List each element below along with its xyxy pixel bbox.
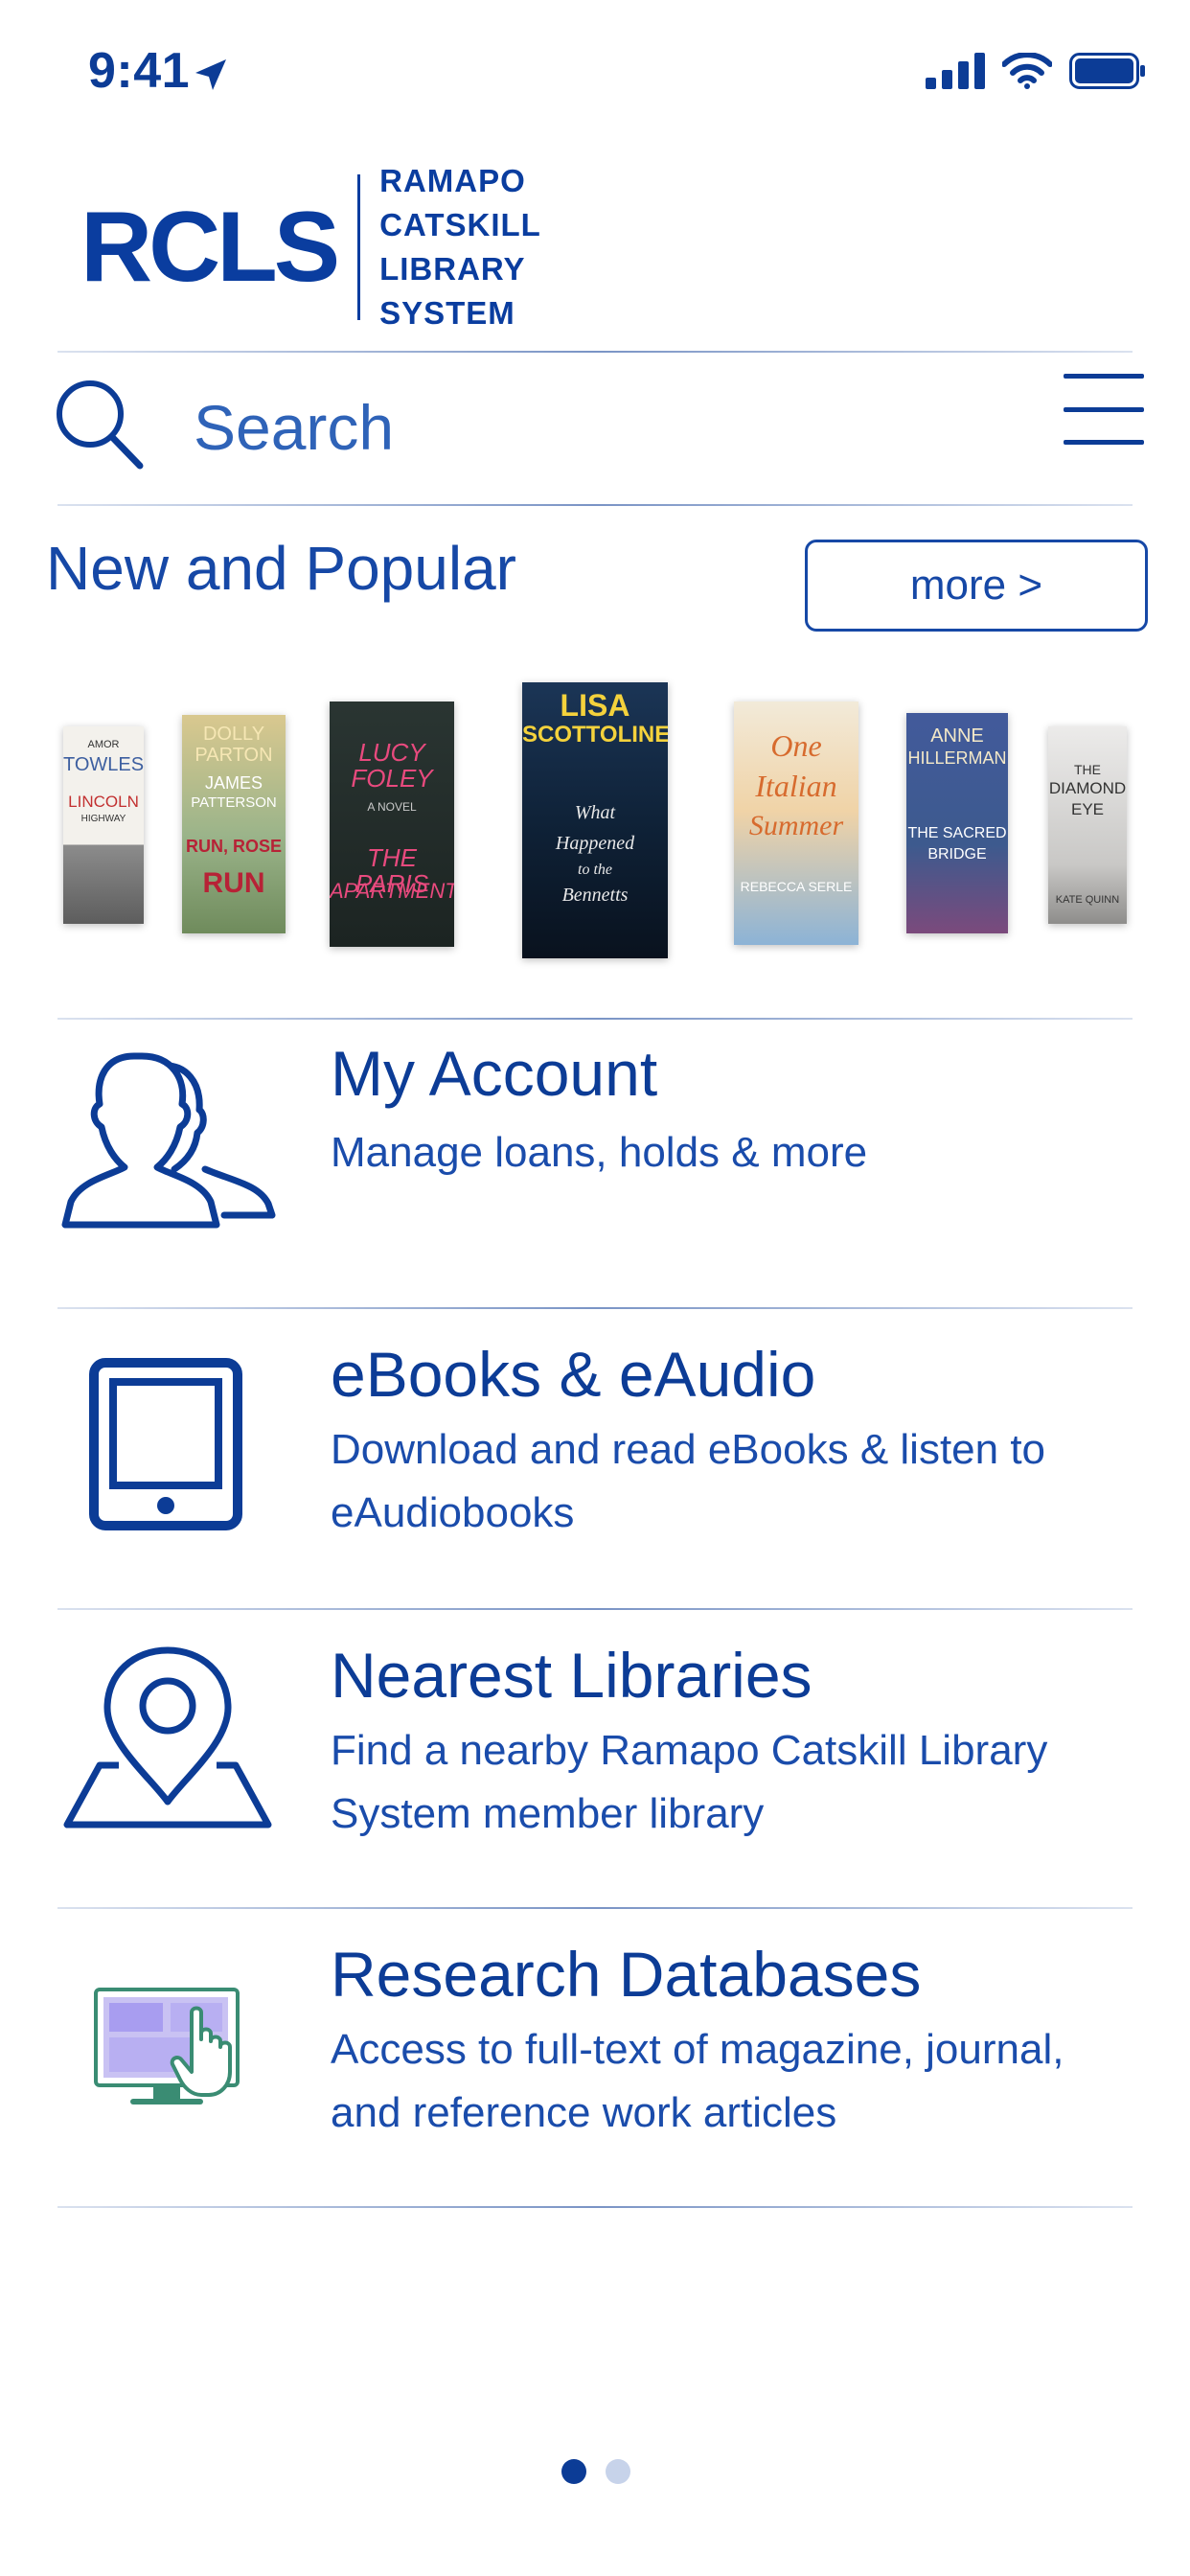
divider xyxy=(57,1307,1133,1309)
book-cover-text: RUN xyxy=(202,867,265,899)
book-cover[interactable]: DOLLY PARTON JAMES PATTERSON RUN, ROSE R… xyxy=(182,715,286,933)
menu-item-title: Nearest Libraries xyxy=(331,1640,812,1711)
book-cover[interactable]: One Italian Summer REBECCA SERLE xyxy=(734,702,858,945)
book-cover-text: DOLLY xyxy=(202,724,265,745)
section-title: New and Popular xyxy=(46,534,516,603)
logo-line: RAMAPO xyxy=(379,163,526,198)
book-cover-text: DIAMOND xyxy=(1048,779,1127,797)
cellular-signal-icon xyxy=(926,53,985,89)
book-cover-text: REBECCA SERLE xyxy=(740,879,853,894)
map-pin-icon xyxy=(63,1646,272,1828)
book-cover-text: EYE xyxy=(1070,800,1105,818)
book-cover-text: LUCY FOLEY xyxy=(351,738,433,794)
book-cover-text: HIGHWAY xyxy=(80,814,126,824)
book-cover-text: APARTMENT xyxy=(330,879,454,903)
book-cover-text: RUN, ROSE xyxy=(185,837,282,856)
book-cover-text: LISA xyxy=(560,688,630,723)
book-cover-text: KATE QUINN xyxy=(1055,894,1120,906)
more-button[interactable]: more > xyxy=(805,540,1148,632)
page-dot-active[interactable] xyxy=(561,2459,586,2484)
book-cover-text: AMOR xyxy=(87,739,120,750)
book-cover-text: TOWLES xyxy=(63,754,144,775)
divider xyxy=(57,504,1133,506)
location-arrow-icon xyxy=(195,59,226,90)
book-cover[interactable]: AMOR TOWLES LINCOLN HIGHWAY xyxy=(63,726,144,924)
logo-mark: RCLS xyxy=(80,192,340,303)
book-cover-text: THE SACRED xyxy=(907,825,1007,841)
rcls-logo: RCLS RAMAPO CATSKILL LIBRARY SYSTEM xyxy=(80,163,541,331)
book-cover-text: THE xyxy=(1074,762,1101,777)
logo-line: SYSTEM xyxy=(379,295,515,331)
book-cover[interactable]: LUCY FOLEY A NOVEL THE PARIS APARTMENT xyxy=(330,702,454,947)
page-dot[interactable] xyxy=(606,2459,630,2484)
logo-line: CATSKILL xyxy=(379,207,541,242)
users-icon xyxy=(61,1052,276,1229)
divider xyxy=(57,2206,1133,2208)
tablet-icon xyxy=(89,1358,242,1530)
book-cover-text: HILLERMAN xyxy=(907,748,1007,768)
status-time: 9:41 xyxy=(88,43,191,99)
book-cover-text: PARTON xyxy=(195,745,273,766)
search-input[interactable] xyxy=(192,379,1019,476)
book-cover-text: Happened xyxy=(555,833,635,854)
book-cover[interactable]: THE DIAMOND EYE KATE QUINN xyxy=(1048,726,1127,924)
book-cover-text: LINCOLN xyxy=(68,793,139,811)
divider xyxy=(57,1907,1133,1909)
computer-click-icon xyxy=(94,1988,240,2104)
book-cover-text: Summer xyxy=(748,810,844,841)
logo-text: RAMAPO CATSKILL LIBRARY SYSTEM xyxy=(379,160,541,334)
status-icons xyxy=(926,50,1146,92)
menu-item-title: My Account xyxy=(331,1038,658,1109)
book-cover-text: to the xyxy=(578,862,612,878)
book-cover-text: One xyxy=(770,728,822,763)
logo-line: LIBRARY xyxy=(379,251,526,287)
menu-item-description: Find a nearby Ramapo Catskill Library Sy… xyxy=(331,1727,1048,1837)
battery-icon xyxy=(1069,53,1145,89)
menu-item-title: Research Databases xyxy=(331,1939,922,2010)
menu-item-description: Manage loans, holds & more xyxy=(331,1129,868,1176)
logo-divider xyxy=(357,174,361,320)
divider xyxy=(57,351,1133,353)
book-cover-text: Italian xyxy=(755,769,837,803)
book-cover-text: Bennetts xyxy=(561,885,629,906)
menu-item-title: eBooks & eAudio xyxy=(331,1339,816,1410)
book-cover-text: What xyxy=(574,802,616,823)
book-cover-text: JAMES xyxy=(204,773,263,793)
divider xyxy=(57,1018,1133,1020)
book-cover[interactable]: ANNE HILLERMAN THE SACRED BRIDGE xyxy=(906,713,1008,933)
menu-item-description: Download and read eBooks & listen to eAu… xyxy=(331,1426,1046,1536)
book-cover-text: SCOTTOLINE xyxy=(522,722,668,748)
search-icon[interactable] xyxy=(52,376,148,472)
menu-item-description: Access to full-text of magazine, journal… xyxy=(331,2026,1064,2136)
hamburger-menu-icon[interactable] xyxy=(1064,374,1144,445)
divider xyxy=(57,1608,1133,1610)
book-cover-text: PATTERSON xyxy=(191,794,277,811)
book-cover-text: ANNE xyxy=(930,725,984,747)
book-cover-text: A NOVEL xyxy=(367,800,417,814)
book-cover[interactable]: LISA SCOTTOLINE What Happened to the Ben… xyxy=(522,682,668,958)
book-cover-text: BRIDGE xyxy=(927,846,987,862)
wifi-icon xyxy=(1002,53,1052,89)
